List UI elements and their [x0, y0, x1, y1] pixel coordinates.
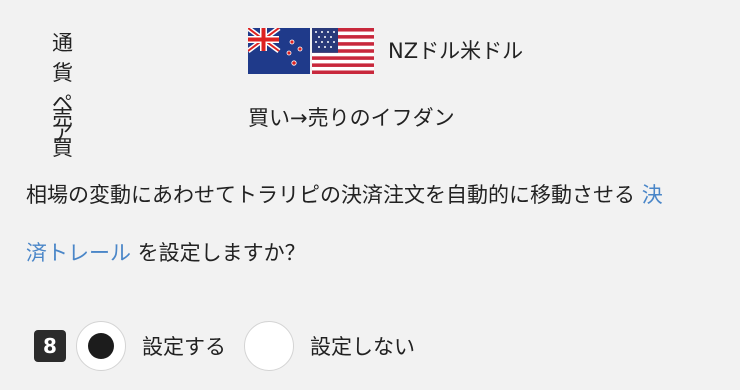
settlement-trail-link-continued[interactable]: 済トレール — [26, 241, 131, 265]
radio-set-on[interactable] — [76, 321, 126, 371]
option-set-off-label[interactable]: 設定しない — [310, 331, 415, 361]
usa-flag-icon — [312, 28, 374, 74]
trail-question-suffix: を設定しますか？ — [131, 241, 306, 265]
radio-selected-dot — [88, 333, 114, 359]
trail-question-line-2: 済トレール を設定しますか？ — [26, 236, 726, 270]
currency-pair-name: NZドル米ドル — [388, 39, 524, 63]
option-set-on-label[interactable]: 設定する — [142, 331, 226, 361]
currency-pair-value: NZドル米ドル — [248, 28, 523, 74]
trail-question-text: 相場の変動にあわせてトラリピの決済注文を自動的に移動させる — [26, 183, 642, 207]
trail-question-line-1: 相場の変動にあわせてトラリピの決済注文を自動的に移動させる 決 — [26, 178, 726, 212]
trail-setting-options: 8 設定する 設定しない — [34, 318, 433, 374]
trade-type-value: 買い→売りのイフダン — [248, 106, 455, 130]
step-number-badge: 8 — [34, 330, 66, 362]
trade-type-label: 売買 — [52, 106, 73, 160]
new-zealand-flag-icon — [248, 28, 310, 74]
settlement-trail-link[interactable]: 決 — [642, 183, 663, 207]
radio-set-off[interactable] — [244, 321, 294, 371]
